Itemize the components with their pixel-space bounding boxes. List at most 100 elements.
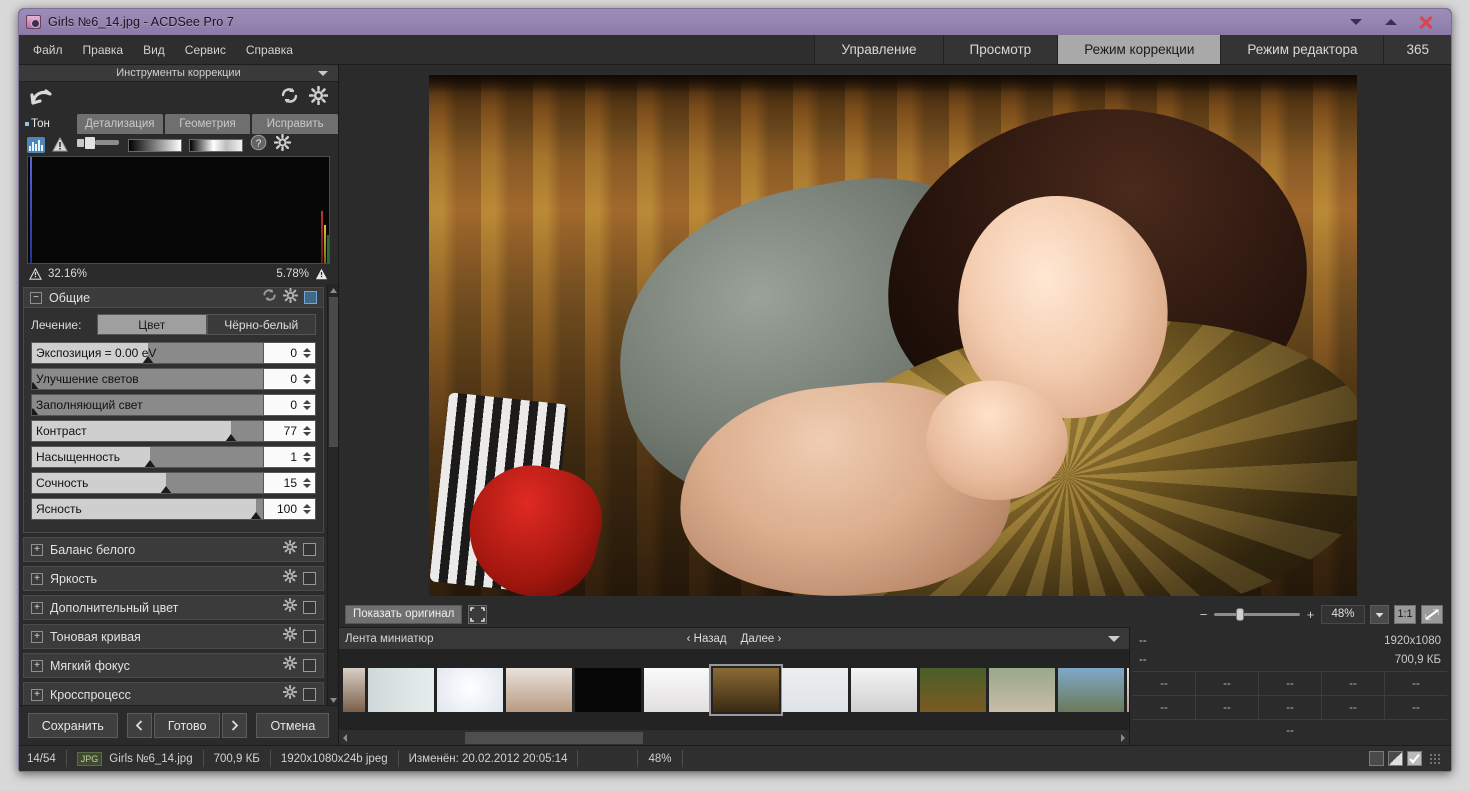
zoom-in-button[interactable]: + [1305, 607, 1316, 622]
section-header-general[interactable]: − Общие [23, 287, 324, 308]
close-button[interactable] [1417, 13, 1435, 31]
list-item[interactable] [1127, 667, 1129, 712]
slider-thumb[interactable] [32, 408, 39, 415]
gear-icon[interactable] [282, 287, 299, 308]
next-button[interactable] [222, 713, 248, 738]
zoom-slider-thumb[interactable] [1236, 607, 1244, 621]
expand-toggle[interactable]: + [31, 601, 43, 614]
slider-thumb[interactable] [250, 512, 263, 519]
expand-toggle[interactable]: + [31, 688, 43, 701]
panel-scrollbar[interactable] [327, 284, 338, 705]
zoom-one-to-one-button[interactable]: 1:1 [1394, 604, 1416, 624]
gear-icon[interactable] [282, 539, 298, 559]
filmstrip-prev-button[interactable]: ‹ Назад [687, 633, 727, 645]
tab-detail[interactable]: Детализация [77, 114, 163, 134]
gear-icon[interactable] [273, 133, 292, 156]
list-item-selected[interactable] [709, 663, 783, 716]
slider-value[interactable]: 0 [263, 395, 315, 415]
list-item[interactable] [575, 667, 641, 712]
view-single-icon[interactable] [1369, 751, 1384, 766]
list-item[interactable] [506, 667, 572, 712]
slider-contrast[interactable]: Контраст 77 [31, 420, 316, 442]
chevron-down-icon[interactable] [1108, 636, 1120, 642]
expand-toggle[interactable]: + [31, 572, 43, 585]
menu-tools[interactable]: Сервис [185, 43, 226, 57]
slider-fill-light[interactable]: Заполняющий свет 0 [31, 394, 316, 416]
tab-365[interactable]: 365 [1383, 35, 1451, 64]
warning-triangle-icon[interactable] [28, 267, 43, 280]
refresh-icon[interactable] [280, 87, 299, 109]
zoom-out-button[interactable]: − [1198, 607, 1209, 622]
scroll-down-arrow[interactable] [328, 693, 338, 705]
resize-grip-icon[interactable] [1429, 752, 1441, 765]
section-split-tone[interactable]: + Дополнительный цвет [23, 595, 324, 620]
save-button[interactable]: Сохранить [27, 713, 118, 738]
checkbox-unchecked[interactable] [303, 572, 316, 585]
gear-icon[interactable] [282, 655, 298, 675]
help-icon[interactable]: ? [250, 134, 267, 156]
slider-value[interactable]: 0 [263, 369, 315, 389]
checkbox-enabled[interactable] [304, 291, 317, 304]
slider-value[interactable]: 0 [263, 343, 315, 363]
zoom-value[interactable]: 48% [1321, 604, 1365, 624]
list-item[interactable] [437, 667, 503, 712]
tab-manage[interactable]: Управление [814, 35, 943, 64]
expand-toggle[interactable]: + [31, 543, 43, 556]
treatment-bw-option[interactable]: Чёрно-белый [206, 314, 316, 335]
slider-vibrance[interactable]: Сочность 15 [31, 472, 316, 494]
warning-triangle-icon[interactable] [52, 136, 70, 153]
resize-diagonal-icon[interactable] [1421, 604, 1443, 624]
slider-saturation[interactable]: Насыщенность 1 [31, 446, 316, 468]
menu-edit[interactable]: Правка [83, 43, 124, 57]
filmstrip-scrollbar[interactable] [339, 729, 1129, 745]
section-white-balance[interactable]: + Баланс белого [23, 537, 324, 562]
section-cross-process[interactable]: + Кросспроцесс [23, 682, 324, 705]
panel-header[interactable]: Инструменты коррекции [19, 65, 338, 82]
brush-icon[interactable] [77, 136, 121, 155]
slider-thumb[interactable] [143, 460, 156, 467]
slider-value[interactable]: 15 [263, 473, 315, 493]
spinner-arrows[interactable] [301, 374, 312, 384]
section-brightness[interactable]: + Яркость [23, 566, 324, 591]
view-check-icon[interactable] [1407, 751, 1422, 766]
list-item[interactable] [989, 667, 1055, 712]
undo-arrow-icon[interactable] [29, 87, 55, 109]
tab-tone[interactable]: Тон [23, 114, 75, 134]
spinner-arrows[interactable] [301, 504, 312, 514]
spinner-arrows[interactable] [301, 452, 312, 462]
list-item[interactable] [782, 667, 848, 712]
minimize-button[interactable] [1347, 13, 1365, 31]
list-item[interactable] [920, 667, 986, 712]
fit-to-screen-icon[interactable] [468, 604, 488, 624]
tab-repair[interactable]: Исправить [252, 114, 339, 134]
slider-value[interactable]: 77 [263, 421, 315, 441]
slider-exposure[interactable]: Экспозиция = 0.00 eV 0 [31, 342, 316, 364]
menu-help[interactable]: Справка [246, 43, 293, 57]
gear-icon[interactable] [308, 85, 329, 110]
checkbox-unchecked[interactable] [303, 601, 316, 614]
slider-highlight-enhancement[interactable]: Улучшение светов 0 [31, 368, 316, 390]
slider-clarity[interactable]: Ясность 100 [31, 498, 316, 520]
gear-icon[interactable] [282, 568, 298, 588]
spinner-arrows[interactable] [301, 478, 312, 488]
expand-toggle[interactable]: + [31, 630, 43, 643]
show-original-button[interactable]: Показать оригинал [345, 604, 463, 624]
scrollbar-thumb[interactable] [329, 297, 338, 447]
section-tone-curve[interactable]: + Тоновая кривая [23, 624, 324, 649]
slider-thumb[interactable] [159, 486, 172, 493]
list-item[interactable] [368, 667, 434, 712]
section-soft-focus[interactable]: + Мягкий фокус [23, 653, 324, 678]
previous-button[interactable] [126, 713, 152, 738]
gradient-bar-black-white[interactable] [128, 138, 182, 152]
slider-thumb[interactable] [32, 382, 39, 389]
expand-toggle[interactable]: + [31, 659, 43, 672]
refresh-icon[interactable] [262, 288, 277, 307]
arrow-left-icon[interactable] [339, 731, 352, 745]
spinner-arrows[interactable] [301, 348, 312, 358]
done-button[interactable]: Готово [153, 713, 221, 738]
image-viewport[interactable] [339, 65, 1451, 601]
checkbox-unchecked[interactable] [303, 543, 316, 556]
checkbox-unchecked[interactable] [303, 688, 316, 701]
tab-view[interactable]: Просмотр [942, 35, 1058, 64]
list-item[interactable] [1058, 667, 1124, 712]
